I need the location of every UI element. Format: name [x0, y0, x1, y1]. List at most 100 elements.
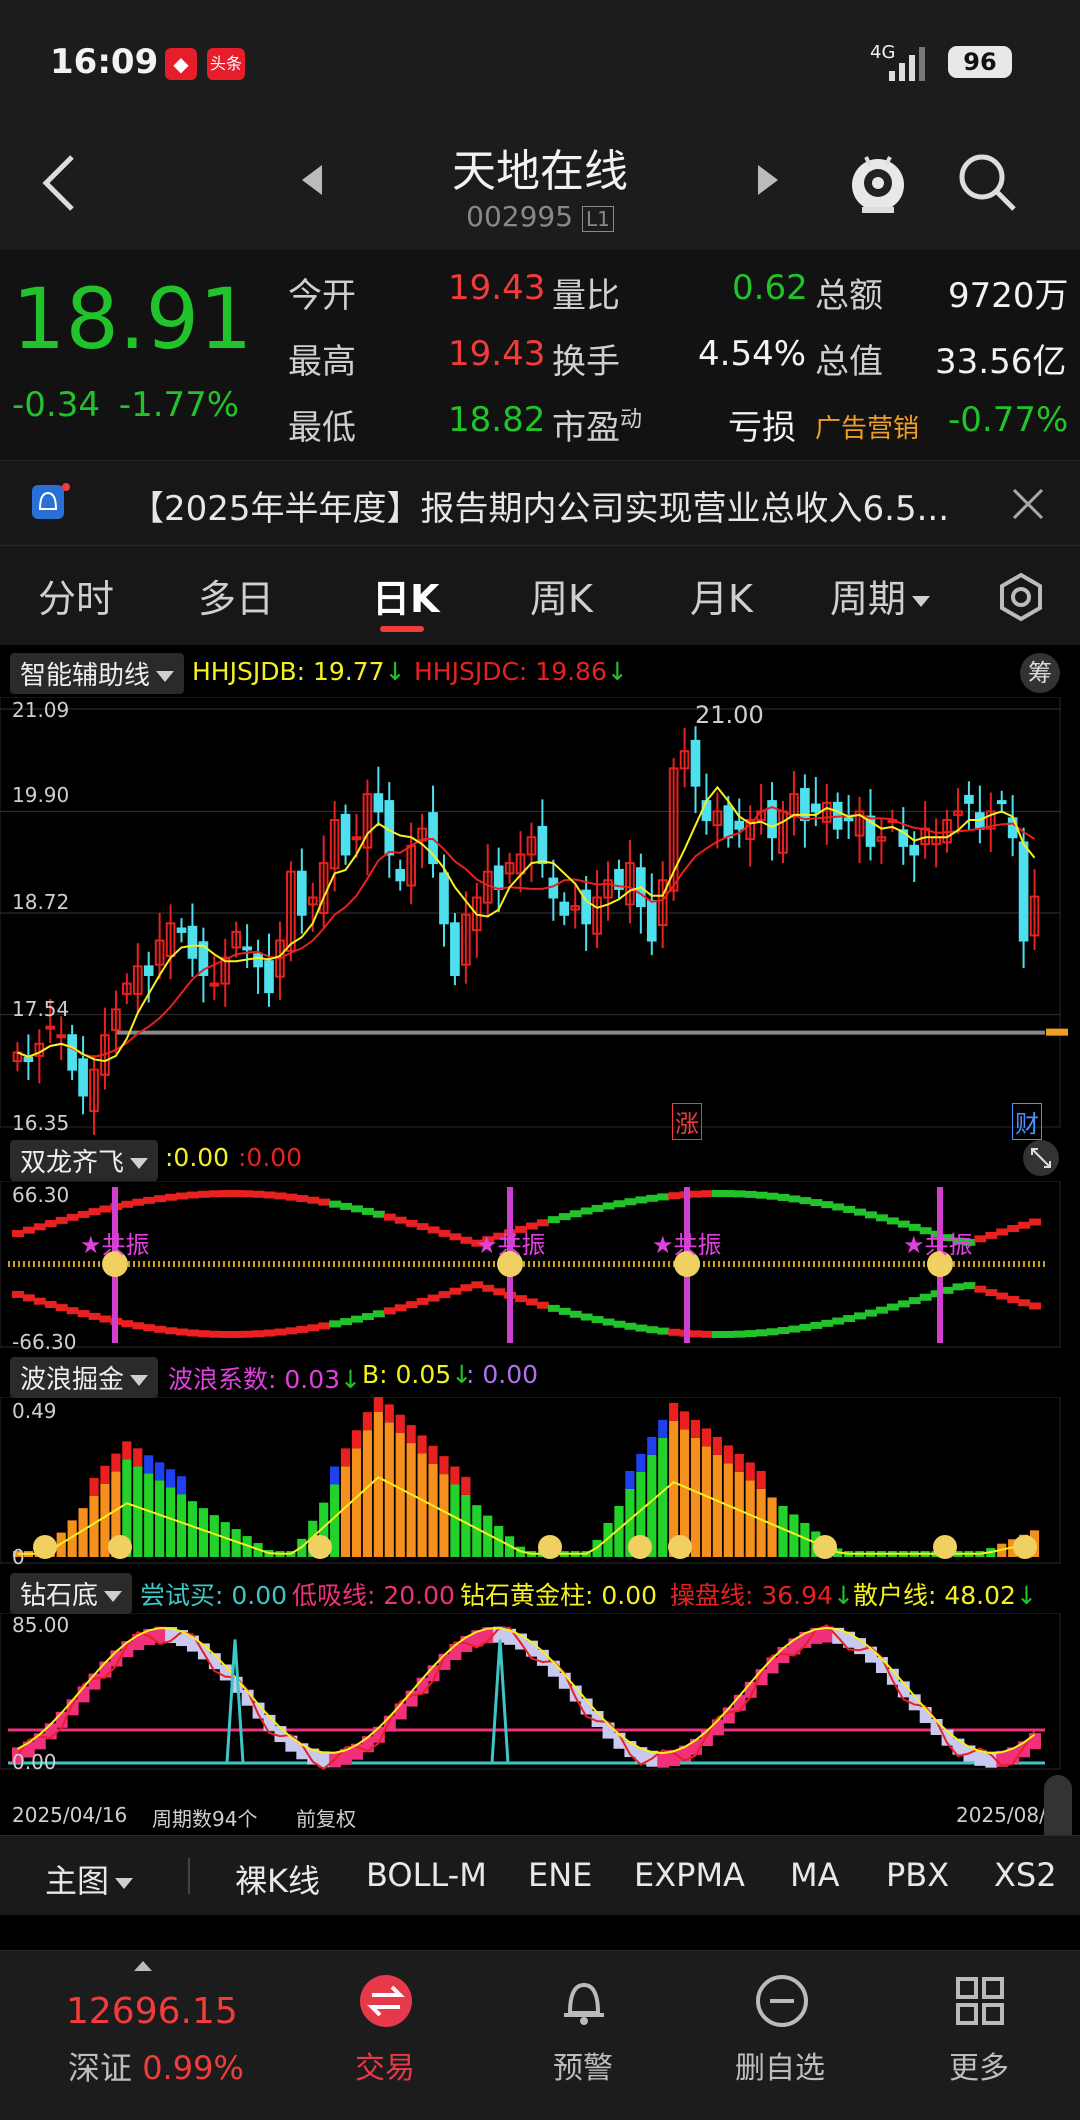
tab-monthly-k[interactable]: 月K [690, 568, 753, 623]
lower-band-56 [624, 1322, 637, 1330]
tab-multi-day[interactable]: 多日 [198, 568, 274, 623]
back-icon[interactable] [40, 153, 80, 213]
main-indicator-selector[interactable]: 智能辅助线 [10, 653, 185, 694]
upper-band-54 [602, 1202, 615, 1210]
lower-band-4 [55, 1304, 68, 1312]
candle-body-23 [264, 960, 274, 994]
trade-icon[interactable] [358, 1973, 414, 2029]
lower-band-46 [515, 1295, 527, 1303]
adjust-type[interactable]: 前复权 [296, 1803, 356, 1832]
chip-distribution-button[interactable]: 筹 [1020, 653, 1060, 693]
more-grid-icon[interactable] [952, 1973, 1008, 2029]
upper-band-64 [711, 1190, 724, 1198]
upper-band-67 [744, 1190, 757, 1198]
indicator-boll-m[interactable]: BOLL-M [366, 1856, 487, 1894]
panel3-selector[interactable]: 波浪掘金 [10, 1357, 159, 1398]
upper-band-60 [668, 1192, 681, 1200]
upper-band-19 [219, 1190, 232, 1198]
tab-daily-k[interactable]: 日K [372, 568, 439, 623]
panel2-selector[interactable]: 双龙齐飞 [10, 1140, 159, 1181]
indicator-main-selector[interactable]: 主图 [45, 1856, 134, 1902]
upper-band-70 [777, 1193, 790, 1201]
next-stock-icon[interactable] [756, 163, 780, 197]
index-value[interactable]: 12696.15 [66, 1991, 238, 2032]
diamond-bottom-chart[interactable] [0, 1613, 1080, 1773]
indicator-naked-k[interactable]: 裸K线 [235, 1856, 320, 1902]
lower-band-42 [471, 1281, 484, 1289]
lower-band-43 [482, 1284, 495, 1292]
indicator-pbx[interactable]: PBX [886, 1856, 949, 1894]
nav-more[interactable]: 更多 [949, 2043, 1009, 2087]
candle-body-44 [493, 865, 504, 890]
upper-band-2 [33, 1223, 46, 1231]
upper-band-31 [351, 1205, 363, 1213]
candle-body-21 [242, 946, 252, 951]
panel4-selector[interactable]: 钻石底 [10, 1573, 133, 1614]
upper-band-33 [372, 1210, 385, 1218]
indicator-ma[interactable]: MA [790, 1856, 840, 1894]
candlestick-chart[interactable] [0, 697, 1080, 1135]
tab-period[interactable]: 周期 [830, 568, 931, 623]
wave-bar-41 [461, 1494, 471, 1557]
candle-body-90 [996, 800, 1007, 805]
remove-watchlist-icon[interactable] [754, 1973, 810, 2029]
close-icon[interactable] [1010, 486, 1046, 522]
period-count: 周期数94个 [152, 1807, 258, 1831]
dual-dragon-chart[interactable] [0, 1181, 1080, 1351]
nav-alert[interactable]: 预警 [553, 2043, 613, 2087]
upper-band-18 [208, 1190, 221, 1198]
coin-icon-5 [668, 1535, 692, 1559]
label-turnover-amount: 总额 [815, 276, 883, 316]
stock-code-row: 002995 L1 [340, 200, 740, 233]
lower-band-6 [77, 1310, 90, 1318]
lower-band-86 [952, 1283, 965, 1291]
index-summary[interactable]: 深证 0.99% [68, 2043, 244, 2089]
lower-band-68 [755, 1329, 768, 1337]
upper-band-6 [77, 1210, 90, 1218]
notice-bar[interactable]: 【2025年半年度】报告期内公司实现营业总收入6.5... [0, 460, 1080, 545]
indicator-xs2[interactable]: XS2 [994, 1856, 1057, 1894]
sector-name[interactable]: 广告营销 [815, 408, 919, 445]
mascot-icon[interactable] [848, 145, 908, 215]
wave-gold-chart[interactable] [0, 1397, 1080, 1567]
lower-band-24 [274, 1328, 287, 1336]
signal-icon [889, 47, 925, 81]
financial-report-mark[interactable]: 财 [1012, 1103, 1042, 1140]
upper-band-79 [875, 1214, 888, 1222]
limit-up-mark[interactable]: 涨 [672, 1103, 702, 1140]
expand-up-icon[interactable] [132, 1959, 154, 1973]
tab-intraday[interactable]: 分时 [38, 568, 114, 623]
indicator-ene[interactable]: ENE [528, 1856, 592, 1894]
candle-body-48 [537, 825, 548, 865]
upper-band-41 [460, 1236, 473, 1244]
upper-band-28 [318, 1198, 331, 1206]
prev-stock-icon[interactable] [300, 163, 324, 197]
nav-remove-watchlist[interactable]: 删自选 [735, 2043, 825, 2087]
upper-band-74 [821, 1201, 834, 1209]
upper-band-72 [799, 1197, 812, 1205]
lower-band-44 [493, 1288, 506, 1296]
panel2-y-top: 66.30 [12, 1183, 70, 1207]
upper-band-22 [252, 1190, 265, 1198]
search-icon[interactable] [956, 151, 1018, 213]
nav-trade[interactable]: 交易 [355, 2043, 415, 2087]
diamond-block-37 [416, 1677, 429, 1694]
upper-band-92 [1018, 1221, 1031, 1229]
bell-icon[interactable] [556, 1973, 612, 2029]
lower-band-76 [843, 1315, 856, 1323]
tab-weekly-k[interactable]: 周K [530, 568, 593, 623]
upper-band-55 [613, 1200, 626, 1208]
wave-bar-63 [701, 1446, 712, 1557]
coin-icon-6 [813, 1535, 837, 1559]
expand-icon[interactable] [1022, 1139, 1060, 1177]
indicator-expma[interactable]: EXPMA [634, 1856, 745, 1894]
chart-area[interactable]: 智能辅助线 HHJSJDB: 19.77↓ HHJSJDC: 19.86↓ 筹 … [0, 645, 1080, 1865]
lower-band-64 [711, 1330, 724, 1338]
coin-icon-8 [1013, 1535, 1037, 1559]
value-low: 18.82 [448, 400, 546, 440]
y-label-3: 17.54 [12, 997, 70, 1021]
settings-icon[interactable] [996, 572, 1046, 622]
coin-icon-4 [628, 1535, 652, 1559]
lower-band-21 [241, 1330, 254, 1338]
lower-band-60 [668, 1328, 681, 1336]
